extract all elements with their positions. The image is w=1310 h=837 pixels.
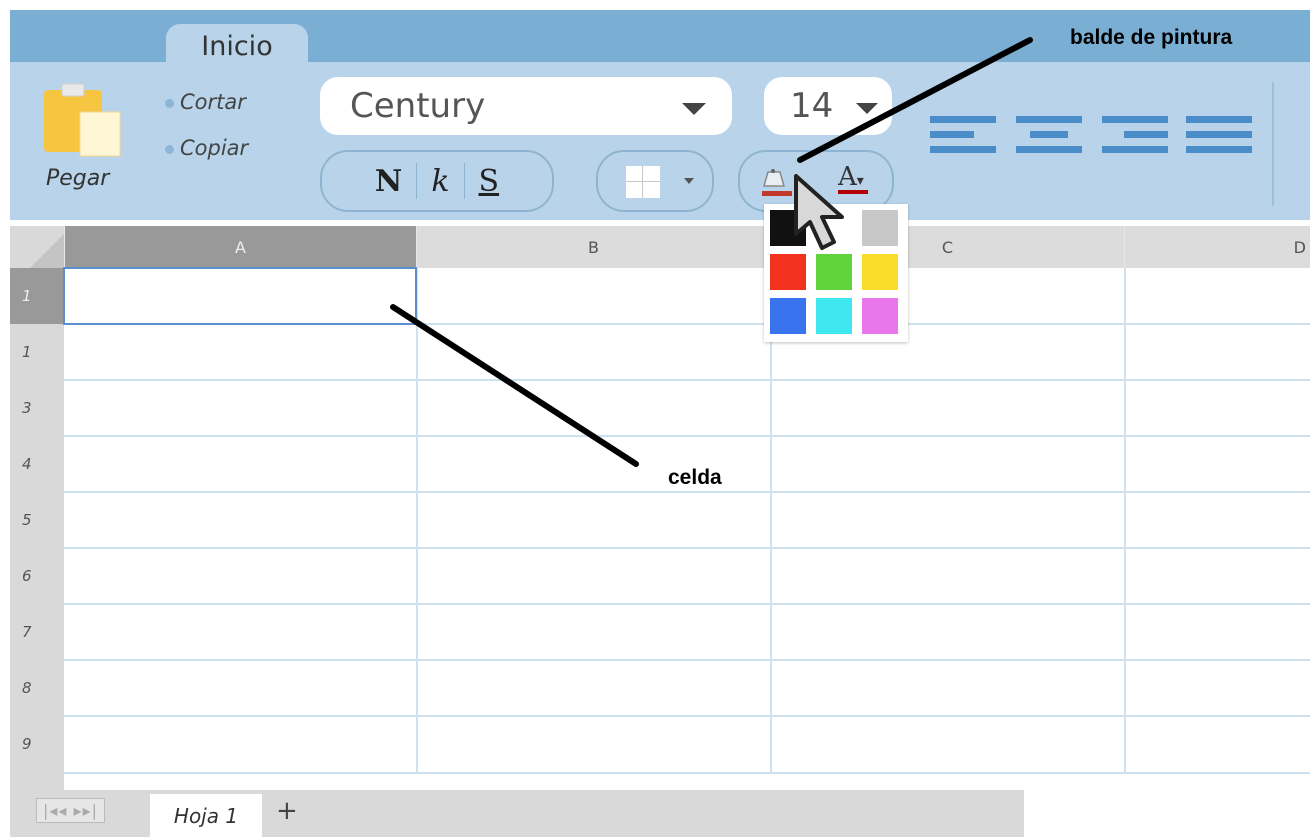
annotation-lines — [390, 37, 1033, 467]
annotation-cell: celda — [668, 466, 722, 489]
add-sheet-button[interactable]: + — [276, 796, 298, 826]
sheet-nav-icon[interactable]: |◂◂ ▸▸| — [36, 798, 105, 823]
sheet-tab-hoja-1[interactable]: Hoja 1 — [150, 794, 262, 837]
sheet-nav-arrows[interactable]: |◂◂ ▸▸| — [36, 798, 105, 823]
annotation-paint-bucket: balde de pintura — [1070, 26, 1233, 49]
